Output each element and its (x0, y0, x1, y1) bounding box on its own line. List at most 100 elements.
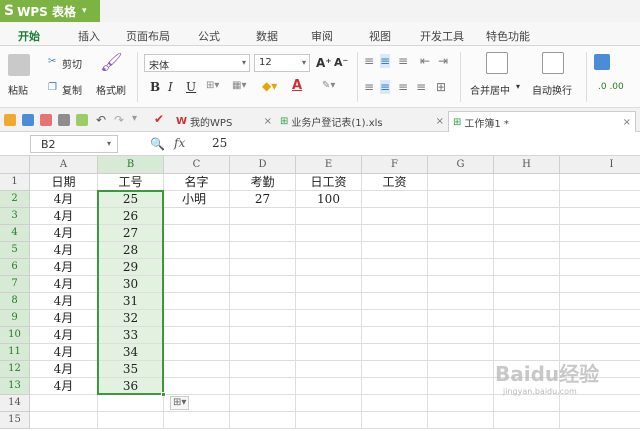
cell-b9[interactable]: 32 (98, 310, 164, 327)
wrap-text-button[interactable]: 自动换行 (532, 82, 572, 97)
tab-data[interactable]: 数据 (256, 28, 278, 44)
fill-handle[interactable] (161, 392, 166, 397)
cell-f4[interactable] (362, 225, 428, 242)
format-painter-button[interactable]: 格式刷 (96, 82, 126, 97)
doc-tab-business-register[interactable]: ⊞ 业务户登记表(1).xls × (276, 111, 448, 132)
cell-h7[interactable] (494, 276, 560, 293)
folder-icon[interactable] (4, 114, 16, 126)
column-header-b[interactable]: B (98, 156, 164, 174)
indent-increase-icon[interactable]: ⇥ (438, 54, 448, 68)
cell-f5[interactable] (362, 242, 428, 259)
paste-icon[interactable] (8, 54, 30, 76)
cell-b12[interactable]: 35 (98, 361, 164, 378)
cell-d13[interactable] (230, 378, 296, 395)
cell-d8[interactable] (230, 293, 296, 310)
cell-c7[interactable] (164, 276, 230, 293)
cell-a2[interactable]: 4月 (30, 191, 98, 208)
cell-g4[interactable] (428, 225, 494, 242)
cell-d5[interactable] (230, 242, 296, 259)
number-format-icon[interactable] (594, 54, 610, 70)
cell-e6[interactable] (296, 259, 362, 276)
cell-f7[interactable] (362, 276, 428, 293)
row-header-6[interactable]: 6 (0, 259, 30, 276)
cell-i1[interactable] (560, 174, 640, 191)
justify-icon[interactable]: ≡ (416, 80, 426, 94)
cell-a4[interactable]: 4月 (30, 225, 98, 242)
cell-g13[interactable] (428, 378, 494, 395)
cell-a11[interactable]: 4月 (30, 344, 98, 361)
cell-d14[interactable] (230, 395, 296, 412)
cell-h15[interactable] (494, 412, 560, 429)
pdf-icon[interactable] (40, 114, 52, 126)
font-name-select[interactable]: 宋体 ▾ (144, 54, 250, 72)
tab-page-layout[interactable]: 页面布局 (126, 28, 170, 44)
name-box[interactable]: B2 ▾ (30, 135, 118, 153)
cut-button[interactable]: 剪切 (62, 56, 82, 71)
cell-g6[interactable] (428, 259, 494, 276)
merge-center-button[interactable]: 合并居中 (470, 82, 510, 97)
row-header-2[interactable]: 2 (0, 191, 30, 208)
cell-i3[interactable] (560, 208, 640, 225)
print-preview-icon[interactable] (76, 114, 88, 126)
cell-e5[interactable] (296, 242, 362, 259)
bold-button[interactable]: B (150, 80, 160, 94)
cell-g2[interactable] (428, 191, 494, 208)
cell-h4[interactable] (494, 225, 560, 242)
cell-a8[interactable]: 4月 (30, 293, 98, 310)
cell-f11[interactable] (362, 344, 428, 361)
cell-b2[interactable]: 25 (98, 191, 164, 208)
cell-b15[interactable] (98, 412, 164, 429)
cell-d12[interactable] (230, 361, 296, 378)
cell-g7[interactable] (428, 276, 494, 293)
cell-i15[interactable] (560, 412, 640, 429)
zoom-search-icon[interactable]: 🔍 (150, 137, 165, 151)
cell-b1[interactable]: 工号 (98, 174, 164, 191)
cell-f2[interactable] (362, 191, 428, 208)
cell-a9[interactable]: 4月 (30, 310, 98, 327)
cell-c5[interactable] (164, 242, 230, 259)
cell-c6[interactable] (164, 259, 230, 276)
cell-f10[interactable] (362, 327, 428, 344)
tab-home[interactable]: 开始 (16, 28, 42, 50)
column-header-h[interactable]: H (494, 156, 560, 174)
align-middle-icon[interactable]: ≡ (380, 54, 391, 68)
tab-review[interactable]: 审阅 (311, 28, 333, 44)
print-icon[interactable] (58, 114, 70, 126)
cell-h2[interactable] (494, 191, 560, 208)
cell-a7[interactable]: 4月 (30, 276, 98, 293)
cell-i7[interactable] (560, 276, 640, 293)
cell-h3[interactable] (494, 208, 560, 225)
cell-d9[interactable] (230, 310, 296, 327)
row-header-4[interactable]: 4 (0, 225, 30, 242)
cell-f15[interactable] (362, 412, 428, 429)
cell-e11[interactable] (296, 344, 362, 361)
cell-b13[interactable]: 36 (98, 378, 164, 395)
row-header-7[interactable]: 7 (0, 276, 30, 293)
cell-e7[interactable] (296, 276, 362, 293)
chevron-down-icon[interactable]: ▾ (516, 82, 520, 91)
column-header-e[interactable]: E (296, 156, 362, 174)
cell-a3[interactable]: 4月 (30, 208, 98, 225)
fill-color-icon[interactable]: ◆▾ (262, 79, 277, 93)
cell-h10[interactable] (494, 327, 560, 344)
cell-c11[interactable] (164, 344, 230, 361)
cell-c2[interactable]: 小明 (164, 191, 230, 208)
cell-d7[interactable] (230, 276, 296, 293)
cell-g3[interactable] (428, 208, 494, 225)
cell-d6[interactable] (230, 259, 296, 276)
cell-g9[interactable] (428, 310, 494, 327)
cell-a6[interactable]: 4月 (30, 259, 98, 276)
cell-e13[interactable] (296, 378, 362, 395)
cell-i6[interactable] (560, 259, 640, 276)
cell-g10[interactable] (428, 327, 494, 344)
column-header-g[interactable]: G (428, 156, 494, 174)
cell-i14[interactable] (560, 395, 640, 412)
copy-button[interactable]: 复制 (62, 82, 82, 97)
italic-button[interactable]: I (168, 80, 173, 94)
tab-insert[interactable]: 插入 (78, 28, 100, 44)
cell-b6[interactable]: 29 (98, 259, 164, 276)
tab-view[interactable]: 视图 (369, 28, 391, 44)
cell-g12[interactable] (428, 361, 494, 378)
function-icon[interactable]: fx (174, 136, 185, 150)
cell-e1[interactable]: 日工资 (296, 174, 362, 191)
